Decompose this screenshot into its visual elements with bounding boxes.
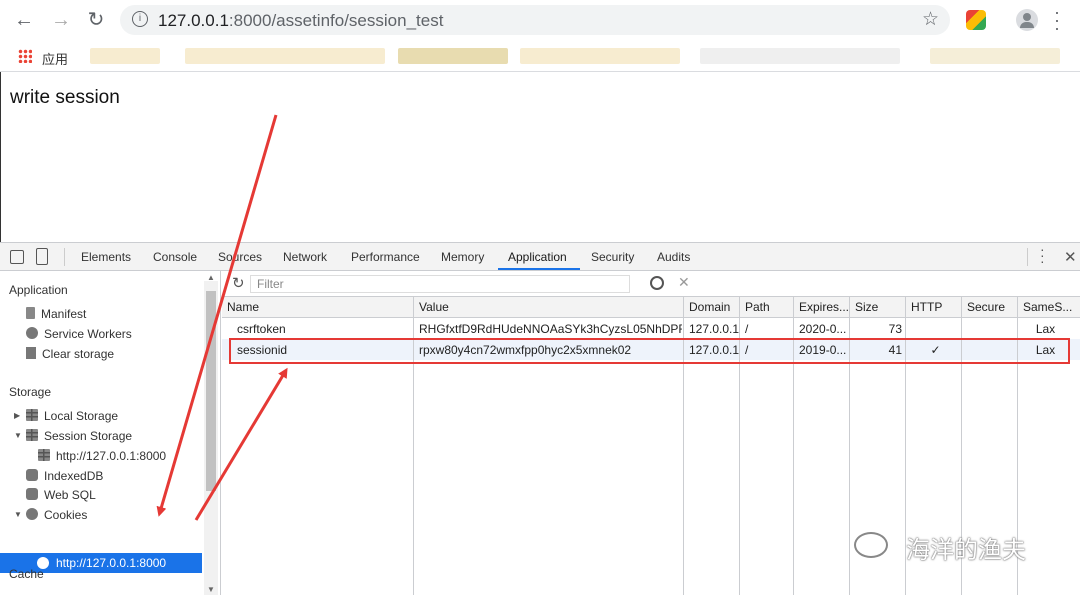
annotation-arrows: [156, 114, 288, 521]
arrow-to-cookies: [156, 114, 278, 517]
wechat-logo-icon: [854, 532, 888, 558]
watermark-text: 海洋的渔夫: [906, 537, 1026, 564]
watermark: 海洋的渔夫: [854, 530, 1026, 565]
arrow-to-sessionid: [194, 367, 288, 521]
